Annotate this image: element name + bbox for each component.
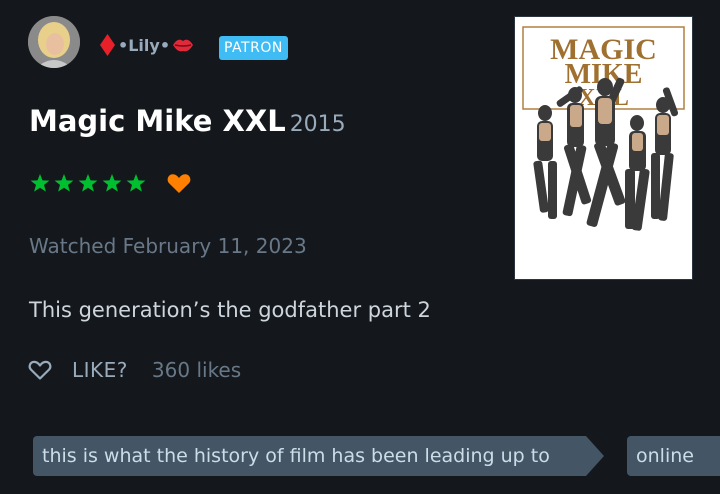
lips-icon <box>173 39 194 52</box>
star-rating <box>30 173 146 193</box>
watched-date: Watched February 11, 2023 <box>29 234 307 258</box>
username[interactable]: •Lily• <box>99 32 194 58</box>
star-icon <box>102 174 122 192</box>
film-heading: Magic Mike XXL 2015 <box>29 104 346 138</box>
tag-link[interactable]: this is what the history of film has bee… <box>33 436 604 476</box>
film-poster[interactable]: MAGIC MIKE XXL <box>515 17 692 279</box>
star-icon <box>30 174 50 192</box>
star-icon <box>126 174 146 192</box>
likes-count[interactable]: 360 likes <box>152 358 241 382</box>
diamond-icon <box>100 34 115 56</box>
user-avatar[interactable] <box>28 16 80 68</box>
liked-heart-icon <box>167 173 191 198</box>
patron-badge: PATRON <box>219 36 288 60</box>
film-year[interactable]: 2015 <box>290 112 346 137</box>
film-title[interactable]: Magic Mike XXL <box>29 104 286 138</box>
star-icon <box>54 174 74 192</box>
username-text: •Lily• <box>118 35 171 55</box>
tag-link[interactable]: online <box>627 436 720 476</box>
star-icon <box>78 174 98 192</box>
like-row: LIKE? 360 likes <box>28 358 241 382</box>
heart-outline-icon[interactable] <box>28 359 52 381</box>
review-text: This generation’s the godfather part 2 <box>29 298 431 322</box>
like-button[interactable]: LIKE? <box>72 358 128 382</box>
